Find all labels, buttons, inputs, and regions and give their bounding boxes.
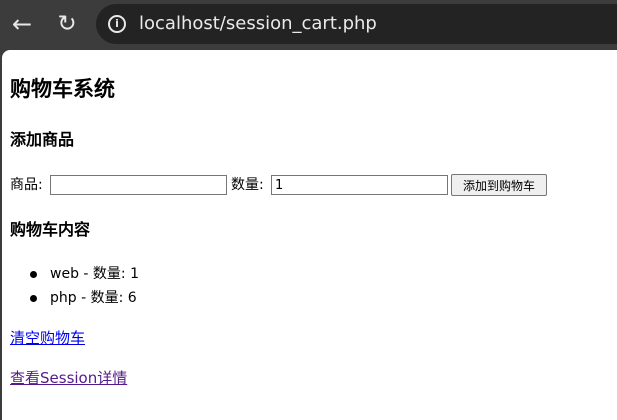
page-content: 购物车系统 添加商品 商品: 数量: 添加到购物车 购物车内容 web - 数量… [2,50,617,420]
product-label: 商品: [10,177,43,193]
bullet-icon [30,295,37,302]
browser-toolbar: ← ↻ i localhost/session_cart.php [0,0,617,50]
add-to-cart-button[interactable]: 添加到购物车 [451,174,547,196]
view-session-link[interactable]: 查看Session详情 [10,368,127,388]
add-product-heading: 添加商品 [10,130,75,149]
page-title: 购物车系统 [10,77,115,101]
list-item: web - 数量: 1 [30,262,139,286]
bullet-icon [30,271,37,278]
url-text[interactable]: localhost/session_cart.php [139,12,377,36]
clear-cart-link[interactable]: 清空购物车 [10,328,85,348]
reload-icon: ↻ [57,11,77,37]
cart-list: web - 数量: 1 php - 数量: 6 [30,262,139,310]
list-item: php - 数量: 6 [30,286,139,310]
quantity-input[interactable] [271,175,448,195]
back-button[interactable]: ← [7,9,37,39]
quantity-label: 数量: [231,177,264,193]
reload-button[interactable]: ↻ [52,9,82,39]
cart-contents-heading: 购物车内容 [10,220,91,239]
arrow-left-icon: ← [11,10,33,38]
cart-item-text: php - 数量: 6 [50,290,137,306]
address-bar[interactable]: i localhost/session_cart.php [96,4,617,44]
info-icon[interactable]: i [108,15,126,33]
cart-item-text: web - 数量: 1 [50,266,139,282]
product-input[interactable] [50,175,227,195]
